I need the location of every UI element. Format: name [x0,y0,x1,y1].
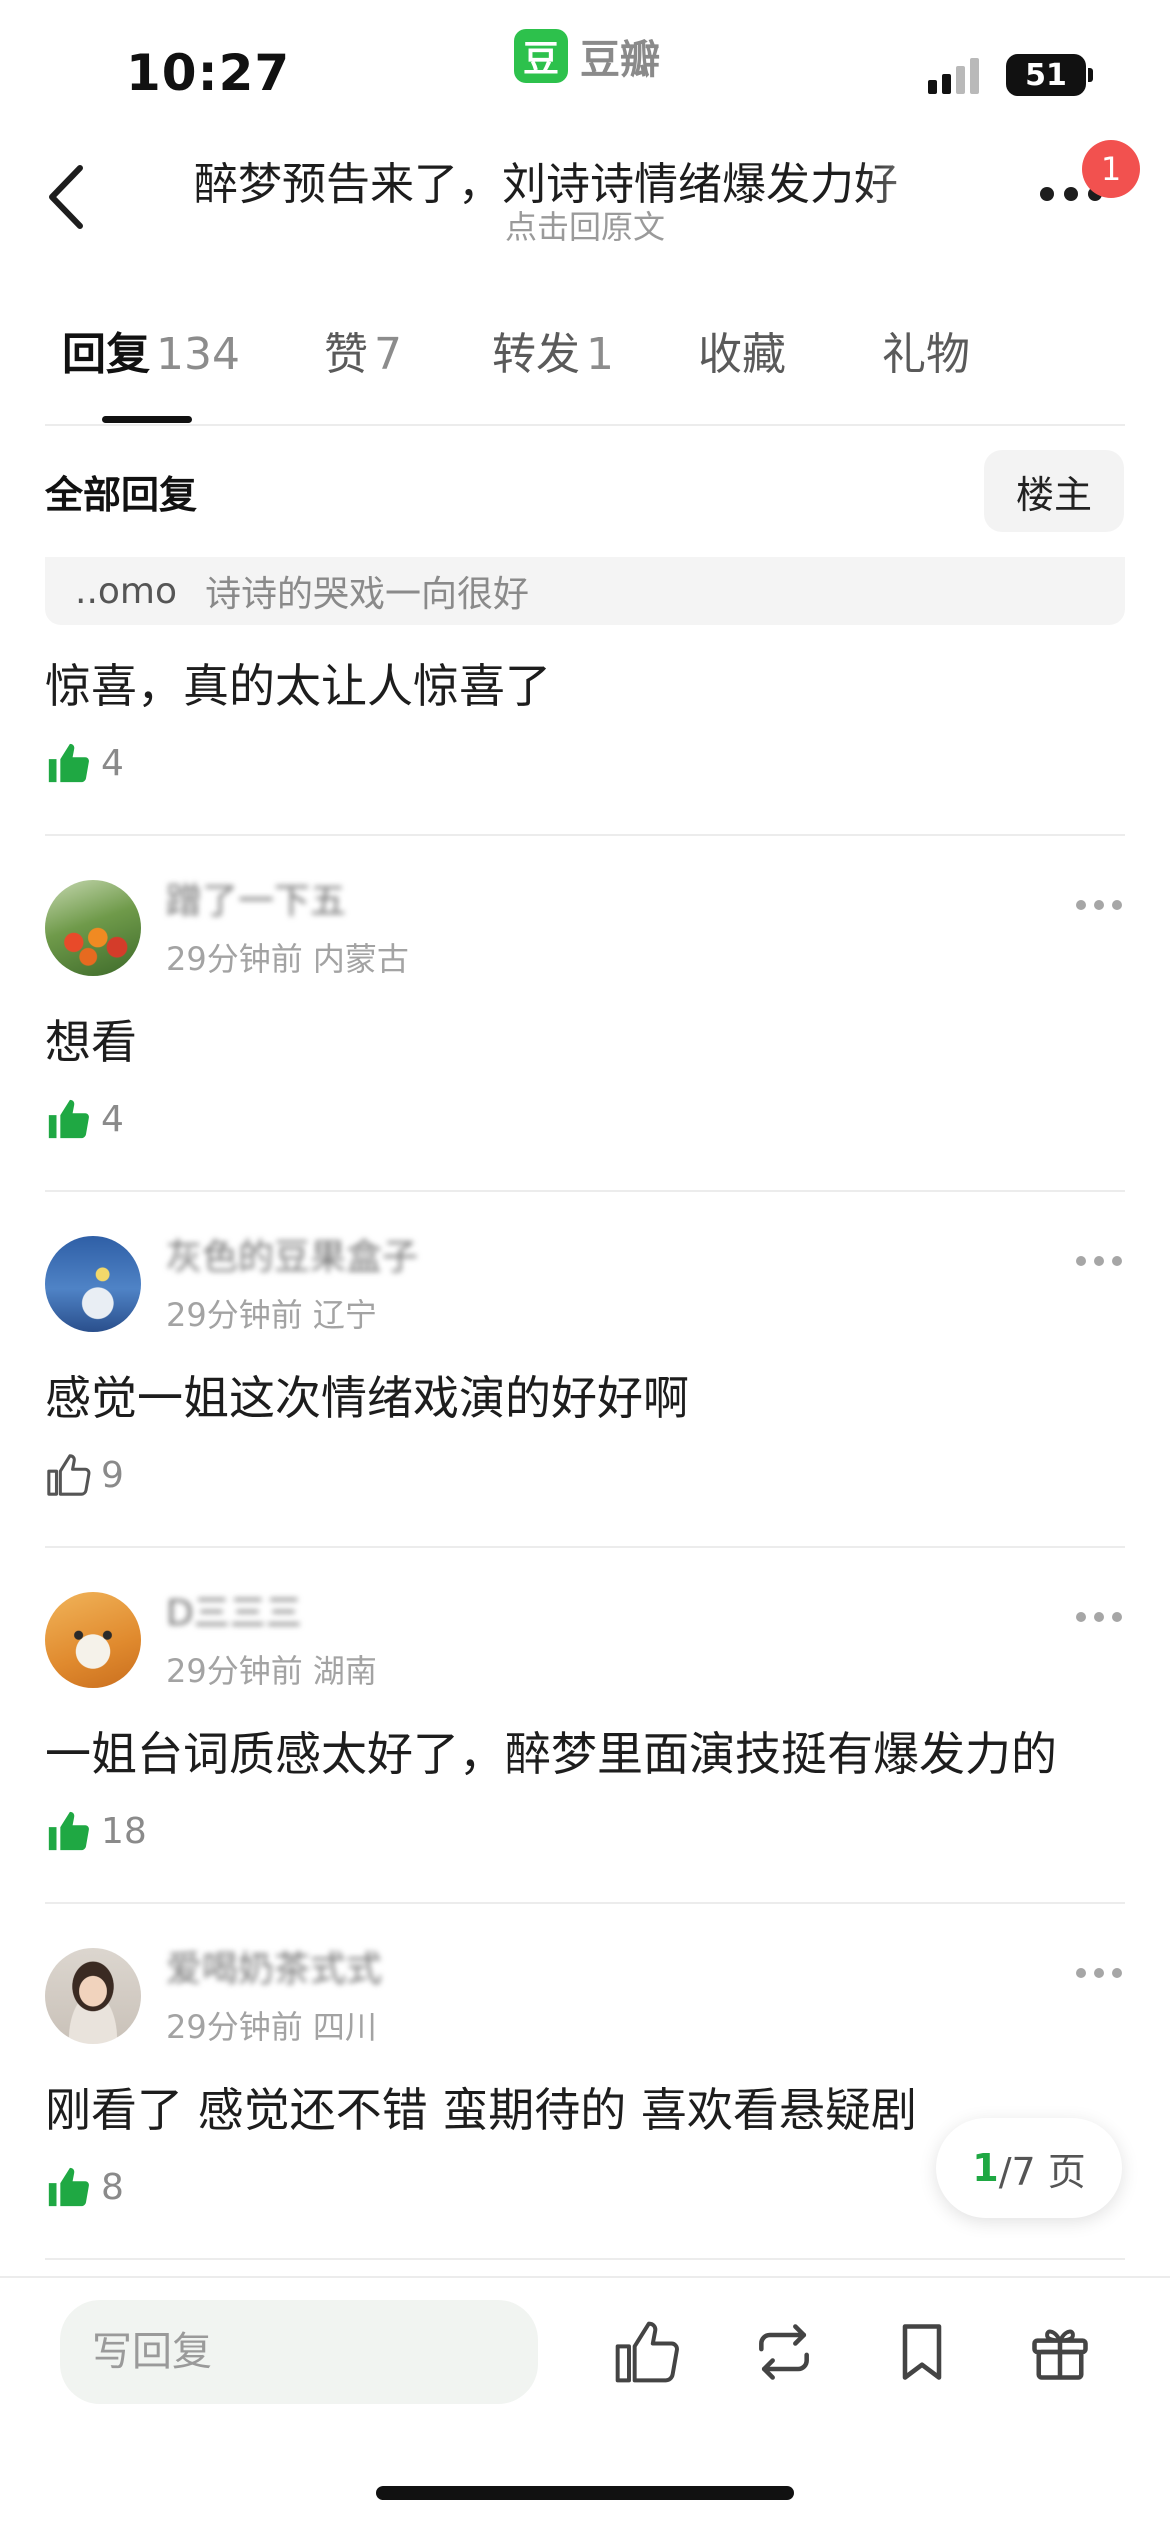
like-button[interactable]: 9 [45,1452,124,1498]
divider [45,1190,1125,1192]
back-button[interactable] [38,160,98,234]
section-title: 全部回复 [45,473,198,517]
like-button[interactable]: 4 [45,1096,124,1142]
tab-likes[interactable]: 赞7 [324,318,402,382]
tab-count: 1 [586,329,614,380]
page-indicator[interactable]: 1/7 页 [936,2118,1122,2218]
avatar[interactable] [45,1948,141,2044]
username[interactable]: 蹭了一下五 [166,872,346,924]
tab-gifts[interactable]: 礼物 [882,318,970,382]
thumbs-up-icon [48,743,89,783]
home-indicator[interactable] [376,2486,794,2500]
battery-icon: 51 [1006,54,1086,96]
divider [45,1902,1125,1904]
like-button[interactable]: 8 [45,2164,124,2210]
tab-label: 回复 [62,329,150,380]
repost-icon [759,2324,809,2380]
comment-text: 刚看了 感觉还不错 蛮期待的 喜欢看悬疑剧 [45,2083,917,2137]
like-count: 4 [101,742,124,784]
current-page: 1 [972,2146,999,2190]
comment-meta: 29分钟前 四川 [166,2002,377,2048]
notification-badge: 1 [1082,140,1140,198]
thumbs-up-icon [48,1811,89,1851]
comment-time: 29分钟前 [166,1296,303,1334]
tab-reposts[interactable]: 转发 1 [492,318,614,382]
bookmark-button[interactable] [888,2318,956,2386]
divider [45,1546,1125,1548]
username[interactable]: D三三三 [166,1584,302,1636]
comment-meta: 29分钟前 湖南 [166,1646,377,1692]
quoted-text: 诗诗的哭戏一向很好 [205,574,530,615]
tab-label: 转发 [492,329,580,380]
ellipsis-icon [1076,1256,1086,1266]
ellipsis-icon [1076,900,1086,910]
tab-count: 134 [156,329,240,380]
comment-meta: 29分钟前 内蒙古 [166,934,409,980]
quoted-reply[interactable]: ..omo 诗诗的哭戏一向很好 [45,557,1125,625]
username[interactable]: 灰色的豆果盒子 [166,1228,418,1280]
chevron-left-icon [49,165,83,229]
like-count: 18 [101,1810,147,1852]
thumbs-up-icon [47,1454,91,1496]
tab-bar: 回复 134 赞7 转发 1 收藏 礼物 [0,318,1170,424]
quoted-username: ..omo [75,570,178,612]
gift-button[interactable] [1026,2318,1094,2386]
comment-text: 惊喜，真的太让人惊喜了 [45,659,551,713]
comment-text: 感觉一姐这次情绪戏演的好好啊 [45,1371,689,1425]
total-pages: /7 页 [998,2149,1086,2194]
cellular-signal-icon [928,58,979,94]
comment-meta: 29分钟前 辽宁 [166,1290,377,1336]
reply-input[interactable] [60,2300,538,2404]
thumbs-up-icon [48,2167,89,2207]
comment-text: 一姐台词质感太好了，醉梦里面演技挺有爆发力的 [45,1727,1057,1781]
comment-location: 四川 [312,2008,377,2046]
comment-more-button[interactable] [1076,1256,1122,1266]
app-name: 豆瓣 [580,37,660,83]
bookmark-icon [902,2324,942,2380]
avatar[interactable] [45,1236,141,1332]
comment-more-button[interactable] [1076,1968,1122,1978]
comment-more-button[interactable] [1076,1612,1122,1622]
tab-label: 礼物 [882,329,970,380]
ellipsis-icon [1076,1968,1086,1978]
like-count: 4 [101,1098,124,1140]
ellipsis-icon [1076,1612,1086,1622]
active-tab-indicator [102,416,192,423]
repost-button[interactable] [750,2318,818,2386]
tab-label: 收藏 [698,329,786,380]
tab-count: 7 [374,329,402,380]
comment-time: 29分钟前 [166,2008,303,2046]
owner-only-button[interactable]: 楼主 [984,450,1124,532]
comment-location: 内蒙古 [312,940,409,978]
tab-collections[interactable]: 收藏 [698,318,786,382]
battery-tip [1088,68,1093,82]
like-button[interactable]: 4 [45,740,124,786]
comment-more-button[interactable] [1076,900,1122,910]
status-time: 10:27 [126,44,291,102]
comment-location: 辽宁 [312,1296,377,1334]
gift-icon [1032,2329,1088,2380]
avatar[interactable] [45,880,141,976]
comment-location: 湖南 [312,1652,377,1690]
thumbs-up-icon [615,2321,679,2383]
divider [45,834,1125,836]
app-badge: 豆 豆瓣 [514,28,660,84]
avatar[interactable] [45,1592,141,1688]
like-button[interactable]: 18 [45,1808,147,1854]
divider [45,2258,1125,2260]
douban-logo-icon: 豆 [514,29,568,83]
comment-time: 29分钟前 [166,940,303,978]
like-count: 8 [101,2166,124,2208]
tab-label: 赞 [324,329,368,380]
like-post-button[interactable] [612,2318,680,2386]
back-to-original-link[interactable]: 点击回原文 [400,202,770,248]
ellipsis-icon [1040,187,1054,201]
comment-time: 29分钟前 [166,1652,303,1690]
comment-text: 想看 [45,1015,137,1069]
like-count: 9 [101,1454,124,1496]
tab-replies[interactable]: 回复 134 [62,318,240,382]
username[interactable]: 爱喝奶茶式式 [166,1940,382,1992]
divider [45,424,1125,426]
thumbs-up-icon [48,1099,89,1139]
